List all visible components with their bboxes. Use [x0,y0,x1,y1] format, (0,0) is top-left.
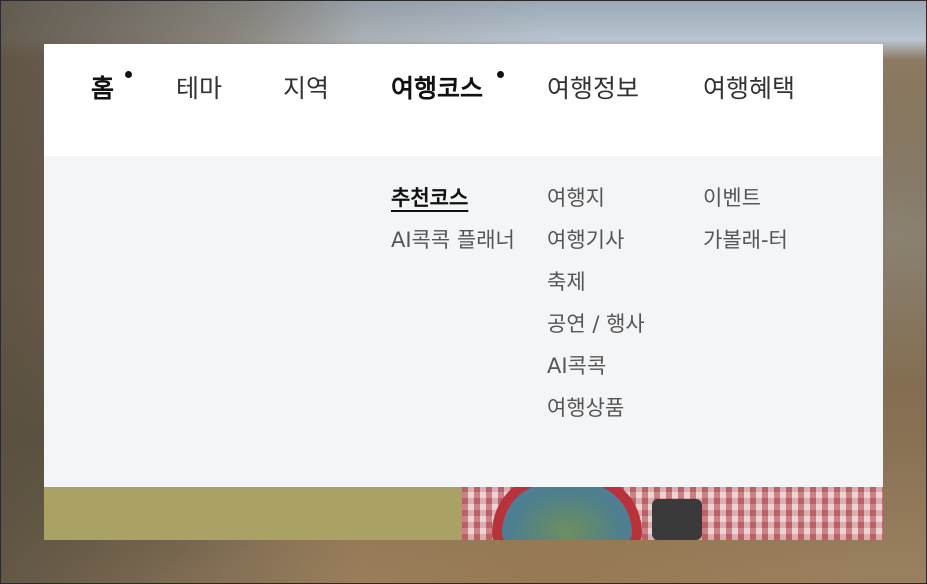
gnb-item-region[interactable]: 지역 [283,72,329,106]
submenu-area: 추천코스 AI콕콕 플래너 여행지 여행기사 축제 공연 / 행사 AI콕콕 여… [44,156,883,487]
submenu-gabollae-ter[interactable]: 가볼래-터 [703,226,788,254]
gnb-item-theme[interactable]: 테마 [176,72,222,106]
submenu-performance-event[interactable]: 공연 / 행사 [547,310,645,338]
gnb-item-travel-benefit[interactable]: 여행혜택 [703,72,795,106]
active-dot-home [125,71,132,78]
submenu-travel-article[interactable]: 여행기사 [547,226,624,254]
nav-dropdown-panel: 홈 테마 지역 여행코스 여행정보 여행혜택 추천코스 AI콕콕 플래너 여행지… [44,44,883,540]
global-navigation-bar: 홈 테마 지역 여행코스 여행정보 여행혜택 [44,44,883,156]
active-dot-travel-course [497,71,504,78]
banner-picnic-image[interactable] [462,487,883,540]
submenu-festival[interactable]: 축제 [547,268,586,296]
submenu-ai-planner[interactable]: AI콕콕 플래너 [391,226,515,254]
submenu-event[interactable]: 이벤트 [703,184,761,212]
submenu-destination[interactable]: 여행지 [547,184,605,212]
gnb-item-travel-course[interactable]: 여행코스 [391,72,483,106]
banner-olive-strip [44,487,462,540]
gnb-item-travel-info[interactable]: 여행정보 [547,72,639,106]
heart-frame-decoration [492,487,642,540]
submenu-travel-product[interactable]: 여행상품 [547,394,624,422]
submenu-ai-kokkok[interactable]: AI콕콕 [547,352,606,380]
jar-decoration [652,499,702,540]
submenu-recommended-course[interactable]: 추천코스 [391,184,468,212]
gnb-item-home[interactable]: 홈 [91,72,114,106]
